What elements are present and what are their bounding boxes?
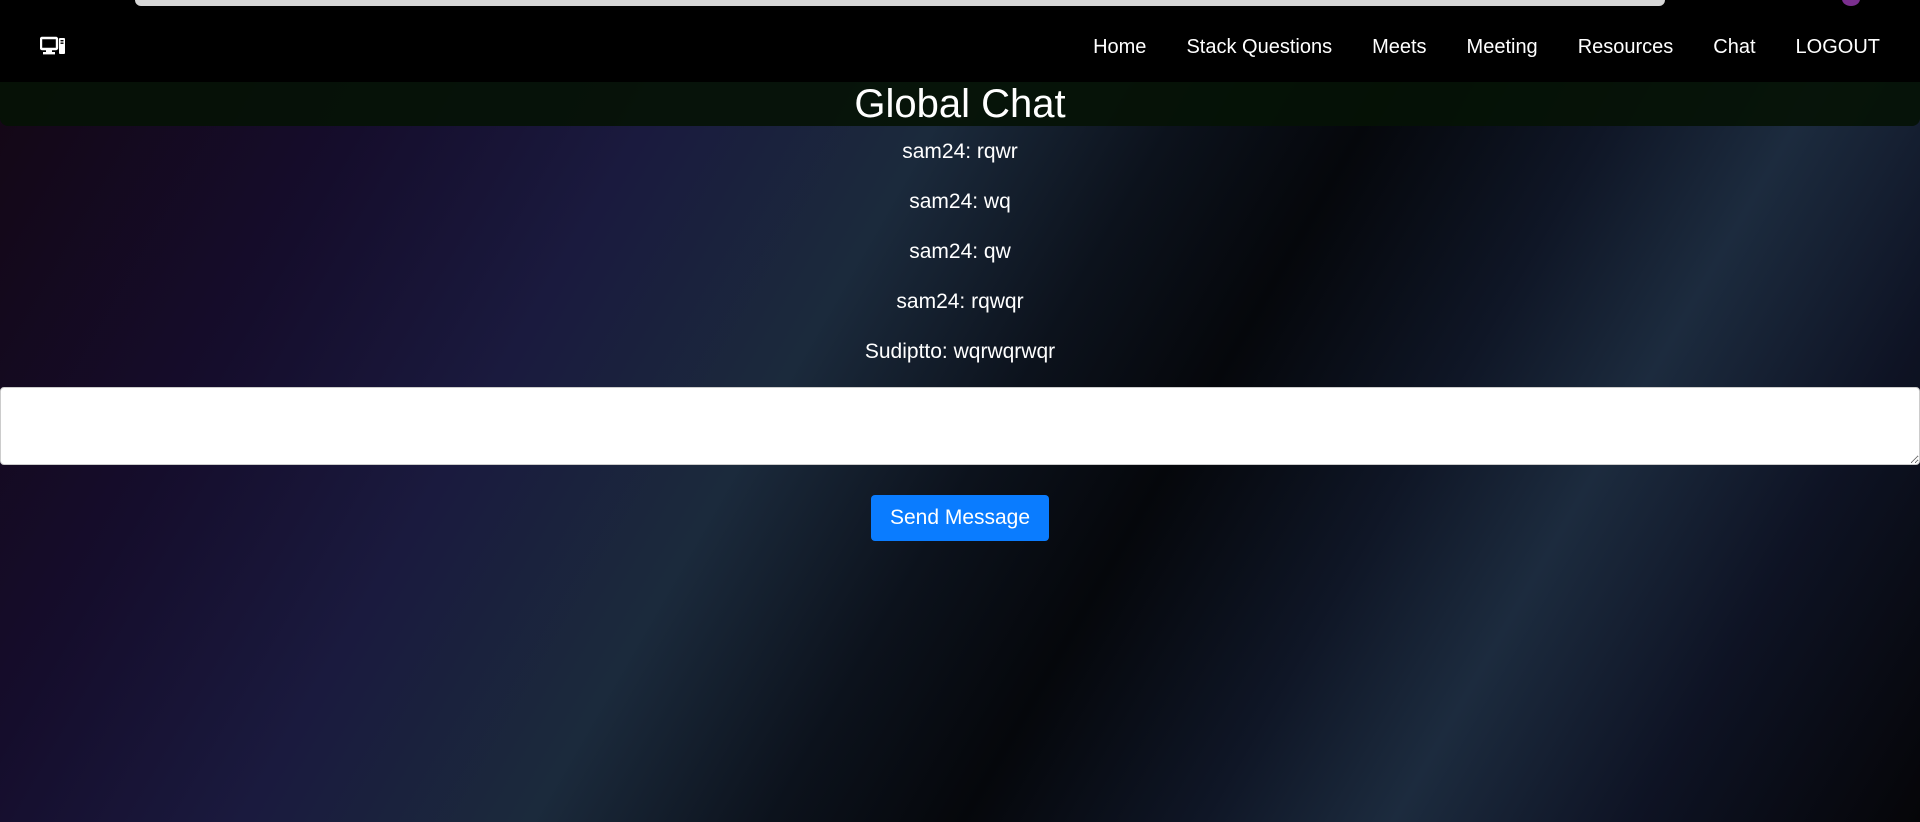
navbar: Home Stack Questions Meets Meeting Resou…	[0, 12, 1920, 82]
profile-avatar-icon[interactable]	[1842, 0, 1860, 6]
chat-message: Sudiptto: wqrwqrwqr	[864, 340, 1056, 363]
browser-top-strip	[0, 0, 1920, 12]
nav-link-chat[interactable]: Chat	[1693, 36, 1775, 59]
chat-message: sam24: rqwqr	[896, 290, 1024, 313]
nav-link-resources[interactable]: Resources	[1558, 36, 1694, 59]
nav-link-home[interactable]: Home	[1073, 36, 1166, 59]
send-message-button[interactable]: Send Message	[871, 495, 1049, 541]
nav-links: Home Stack Questions Meets Meeting Resou…	[1073, 12, 1880, 82]
nav-link-stack-questions[interactable]: Stack Questions	[1166, 36, 1352, 59]
chat-message: sam24: wq	[909, 190, 1011, 213]
horizontal-scrollbar[interactable]	[135, 0, 1665, 6]
computer-icon[interactable]	[39, 36, 66, 58]
page-title: Global Chat	[854, 82, 1066, 126]
message-input[interactable]	[0, 387, 1920, 465]
chat-message: sam24: qw	[909, 240, 1011, 263]
chat-message: sam24: rqwr	[902, 140, 1018, 163]
nav-link-logout[interactable]: LOGOUT	[1776, 36, 1880, 59]
nav-link-meeting[interactable]: Meeting	[1447, 36, 1558, 59]
message-list: sam24: rqwr sam24: wq sam24: qw sam24: r…	[0, 137, 1920, 387]
nav-link-meets[interactable]: Meets	[1352, 36, 1446, 59]
